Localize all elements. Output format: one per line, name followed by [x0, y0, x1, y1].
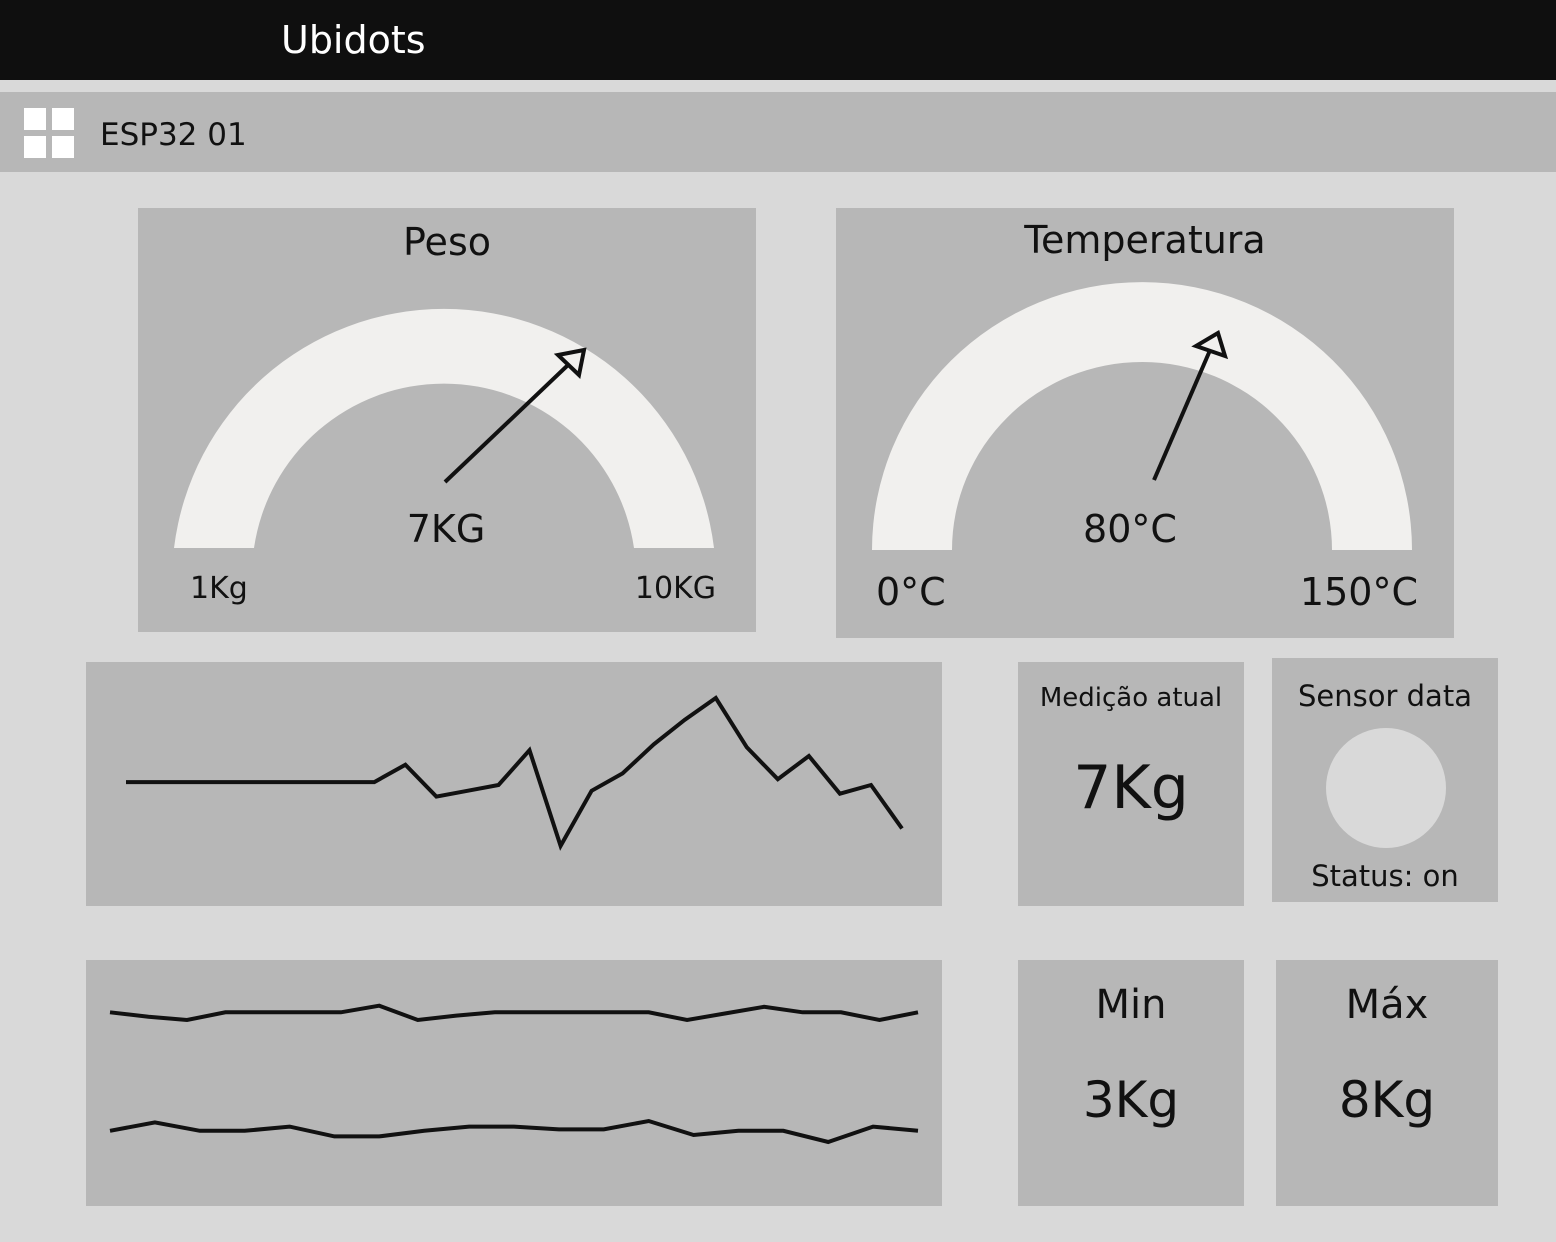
weight-gauge-svg: 7KG 1Kg 10KG	[174, 308, 716, 606]
weight-gauge-max: 10KG	[635, 571, 716, 606]
temperature-gauge-widget[interactable]: Temperatura 80°C 0°C 150°C	[836, 208, 1454, 638]
weight-gauge-min: 1Kg	[190, 571, 248, 606]
series-line-1	[109, 1003, 919, 1023]
app-title: Ubidots	[281, 18, 426, 62]
max-value: 8Kg	[1338, 1071, 1436, 1129]
current-measurement-title: Medição atual	[1039, 683, 1223, 713]
temperature-gauge-max: 150°C	[1300, 570, 1418, 614]
min-value: 3Kg	[1082, 1071, 1180, 1129]
temperature-gauge-min: 0°C	[876, 570, 946, 614]
status-indicator-light	[1326, 728, 1446, 848]
temperature-gauge-value: 80°C	[1083, 507, 1177, 551]
weight-gauge-value: 7KG	[407, 507, 486, 551]
sensor-status-text: Status: on	[1311, 859, 1459, 893]
min-card[interactable]: Min 3Kg	[1018, 960, 1244, 1206]
device-name: ESP32 01	[100, 117, 247, 153]
line-chart-widget[interactable]	[86, 662, 942, 906]
multi-line-chart-svg	[109, 1003, 919, 1145]
series-line-1	[126, 695, 904, 851]
min-title: Min	[1095, 982, 1167, 1028]
weight-gauge-widget[interactable]: Peso 7KG 1Kg 10KG	[138, 208, 756, 632]
top-bar	[0, 0, 1556, 80]
max-card[interactable]: Máx 8Kg	[1276, 960, 1498, 1206]
line-chart-svg	[126, 695, 904, 851]
multi-line-chart-widget[interactable]	[86, 960, 942, 1206]
series-line-2	[109, 1118, 919, 1145]
grid-icon[interactable]	[24, 108, 74, 158]
max-title: Máx	[1345, 982, 1429, 1028]
sensor-data-title: Sensor data	[1298, 679, 1472, 713]
current-measurement-card[interactable]: Medição atual 7Kg	[1018, 662, 1244, 906]
temperature-gauge-svg: 80°C 0°C 150°C	[872, 282, 1418, 614]
current-measurement-value: 7Kg	[1073, 753, 1189, 823]
